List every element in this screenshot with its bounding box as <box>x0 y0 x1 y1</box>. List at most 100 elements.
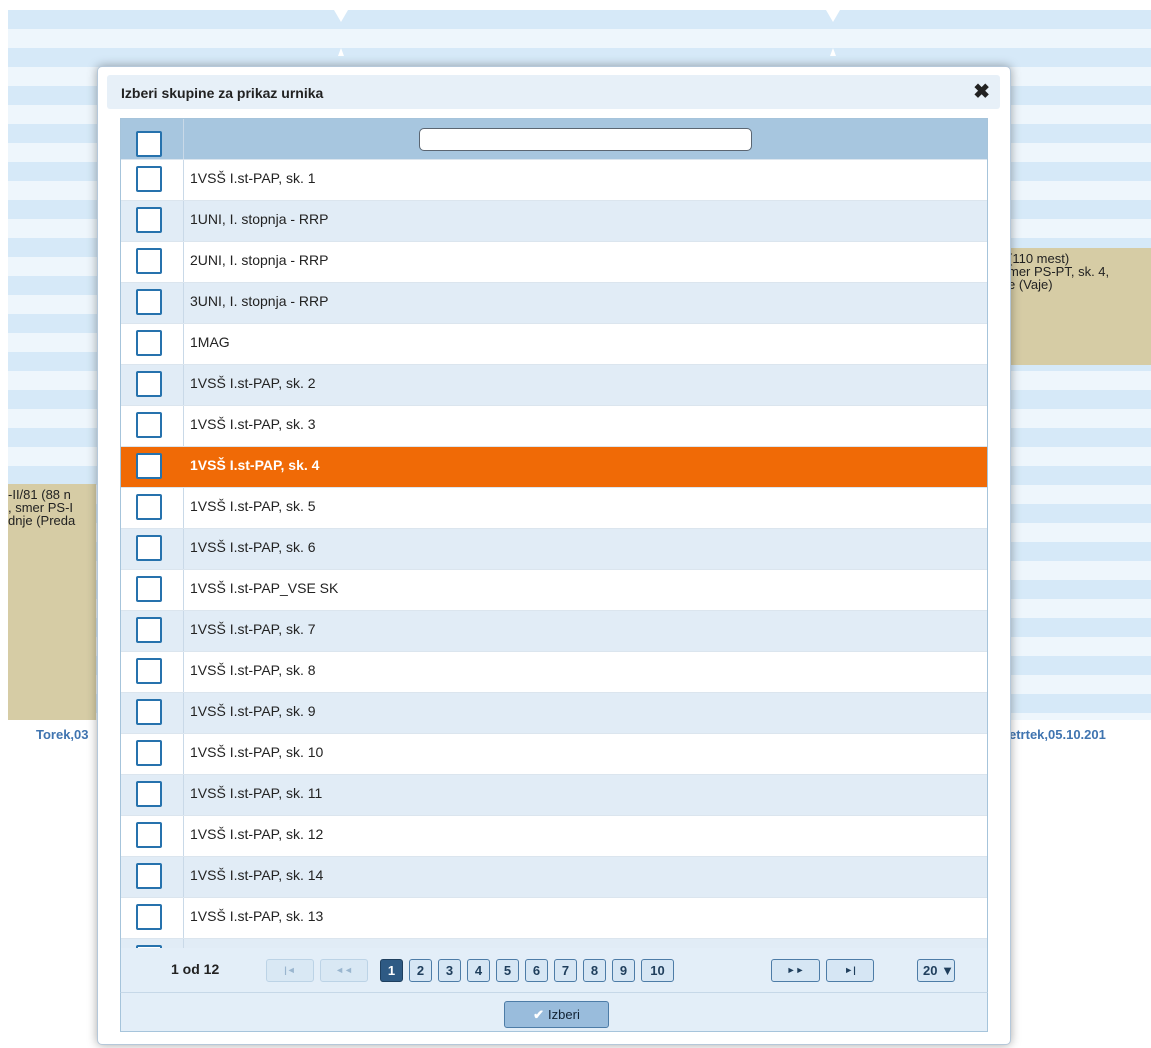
row-label: 1VSŠ I.st-PAP, sk. 11 <box>190 785 323 801</box>
page-button[interactable]: 7 <box>554 959 577 982</box>
day-label-right: etrtek,05.10.201 <box>1009 727 1106 742</box>
row-checkbox[interactable] <box>136 289 162 315</box>
row-checkbox[interactable] <box>136 166 162 192</box>
row-checkbox[interactable] <box>136 371 162 397</box>
row-checkbox[interactable] <box>136 781 162 807</box>
row-checkbox-cell <box>121 324 184 364</box>
row-checkbox[interactable] <box>136 617 162 643</box>
table-body: 1VSŠ I.st-PAP, sk. 1 1UNI, I. stopnja - R… <box>121 159 987 979</box>
row-checkbox[interactable] <box>136 863 162 889</box>
row-checkbox[interactable] <box>136 494 162 520</box>
row-checkbox-cell <box>121 734 184 774</box>
row-label: 1VSŠ I.st-PAP, sk. 6 <box>190 539 316 555</box>
last-page-button[interactable]: ►| <box>826 959 874 982</box>
table-row[interactable]: 1VSŠ I.st-PAP_VSE SK <box>121 569 987 610</box>
table-row[interactable]: 1VSŠ I.st-PAP, sk. 1 <box>121 159 987 200</box>
page-size-select[interactable]: 20 ▼ <box>917 959 955 982</box>
row-checkbox[interactable] <box>136 330 162 356</box>
page-button[interactable]: 9 <box>612 959 635 982</box>
row-label: 1VSŠ I.st-PAP, sk. 10 <box>190 744 324 760</box>
calendar-event-right[interactable]: (110 mest) mer PS-PT, sk. 4, e (Vaje) <box>1008 248 1151 365</box>
page-button[interactable]: 6 <box>525 959 548 982</box>
page-button[interactable]: 10 <box>641 959 674 982</box>
table-row[interactable]: 1VSŠ I.st-PAP, sk. 4 <box>121 446 987 487</box>
row-checkbox[interactable] <box>136 658 162 684</box>
next-page-button[interactable]: ►► <box>771 959 820 982</box>
table-row[interactable]: 1VSŠ I.st-PAP, sk. 9 <box>121 692 987 733</box>
calendar-event-left-text: -II/81 (88 n , smer PS-I dnje (Preda <box>8 487 76 528</box>
table-row[interactable]: 2UNI, I. stopnja - RRP <box>121 241 987 282</box>
row-label: 1VSŠ I.st-PAP, sk. 5 <box>190 498 316 514</box>
table-row[interactable]: 1VSŠ I.st-PAP, sk. 6 <box>121 528 987 569</box>
table-row[interactable]: 1VSŠ I.st-PAP, sk. 8 <box>121 651 987 692</box>
row-checkbox-cell <box>121 857 184 897</box>
row-checkbox[interactable] <box>136 453 162 479</box>
row-label: 1VSŠ I.st-PAP, sk. 9 <box>190 703 316 719</box>
table-row[interactable]: 1VSŠ I.st-PAP, sk. 5 <box>121 487 987 528</box>
row-checkbox[interactable] <box>136 699 162 725</box>
row-checkbox[interactable] <box>136 576 162 602</box>
row-checkbox[interactable] <box>136 740 162 766</box>
row-label: 1VSŠ I.st-PAP, sk. 13 <box>190 908 324 924</box>
dialog-header: Izberi skupine za prikaz urnika ✖ <box>107 75 1000 109</box>
select-button[interactable]: ✔ Izberi <box>504 1001 609 1028</box>
select-button-label: Izberi <box>548 1007 580 1022</box>
row-label: 1VSŠ I.st-PAP, sk. 12 <box>190 826 324 842</box>
first-page-button[interactable]: |◄ <box>266 959 314 982</box>
group-table: 1VSŠ I.st-PAP, sk. 1 1UNI, I. stopnja - R… <box>120 118 988 980</box>
group-select-dialog: Izberi skupine za prikaz urnika ✖ 1VSŠ I… <box>97 66 1011 1045</box>
dialog-title: Izberi skupine za prikaz urnika <box>121 85 324 101</box>
prev-page-button[interactable]: ◄◄ <box>320 959 368 982</box>
row-checkbox[interactable] <box>136 248 162 274</box>
close-icon[interactable]: ✖ <box>973 79 990 104</box>
table-row[interactable]: 1VSŠ I.st-PAP, sk. 2 <box>121 364 987 405</box>
calendar-event-right-text: (110 mest) mer PS-PT, sk. 4, e (Vaje) <box>1008 251 1110 292</box>
row-checkbox-cell <box>121 447 184 487</box>
row-checkbox[interactable] <box>136 904 162 930</box>
day-label-left: Torek,03 <box>36 727 89 742</box>
table-row[interactable]: 1VSŠ I.st-PAP, sk. 11 <box>121 774 987 815</box>
page-button[interactable]: 4 <box>467 959 490 982</box>
table-row[interactable]: 1VSŠ I.st-PAP, sk. 13 <box>121 897 987 938</box>
pager: 1 od 12 |◄ ◄◄ 1 2 3 4 5 6 7 8 9 10 ►► ►| 20 ▼ <box>120 948 988 993</box>
row-checkbox-cell <box>121 816 184 856</box>
table-row[interactable]: 3UNI, I. stopnja - RRP <box>121 282 987 323</box>
row-checkbox-cell <box>121 693 184 733</box>
row-checkbox-cell <box>121 365 184 405</box>
table-row[interactable]: 1VSŠ I.st-PAP, sk. 14 <box>121 856 987 897</box>
table-row[interactable]: 1MAG <box>121 323 987 364</box>
calendar-column-separator <box>334 10 348 58</box>
row-checkbox-cell <box>121 160 184 200</box>
row-label: 1MAG <box>190 334 230 350</box>
row-label: 1VSŠ I.st-PAP, sk. 4 <box>190 457 320 473</box>
row-checkbox-cell <box>121 775 184 815</box>
row-checkbox[interactable] <box>136 535 162 561</box>
filter-input[interactable] <box>419 128 752 151</box>
page-button[interactable]: 2 <box>409 959 432 982</box>
table-row[interactable]: 1VSŠ I.st-PAP, sk. 12 <box>121 815 987 856</box>
page-button[interactable]: 1 <box>380 959 403 982</box>
calendar-event-left[interactable]: -II/81 (88 n , smer PS-I dnje (Preda <box>8 484 96 720</box>
table-row[interactable]: 1VSŠ I.st-PAP, sk. 10 <box>121 733 987 774</box>
page-button[interactable]: 8 <box>583 959 606 982</box>
select-all-cell <box>121 119 184 159</box>
row-checkbox-cell <box>121 529 184 569</box>
row-checkbox-cell <box>121 611 184 651</box>
row-label: 1VSŠ I.st-PAP, sk. 8 <box>190 662 316 678</box>
page-button[interactable]: 3 <box>438 959 461 982</box>
row-label: 1VSŠ I.st-PAP, sk. 3 <box>190 416 316 432</box>
page-button[interactable]: 5 <box>496 959 519 982</box>
row-checkbox[interactable] <box>136 822 162 848</box>
dialog-footer: ✔ Izberi <box>120 992 988 1032</box>
row-checkbox[interactable] <box>136 412 162 438</box>
table-row[interactable]: 1VSŠ I.st-PAP, sk. 7 <box>121 610 987 651</box>
row-checkbox[interactable] <box>136 207 162 233</box>
row-checkbox-cell <box>121 652 184 692</box>
row-label: 1VSŠ I.st-PAP, sk. 2 <box>190 375 316 391</box>
calendar-column-separator <box>826 10 840 58</box>
select-all-checkbox[interactable] <box>136 131 162 157</box>
table-row[interactable]: 1UNI, I. stopnja - RRP <box>121 200 987 241</box>
table-row[interactable]: 1VSŠ I.st-PAP, sk. 3 <box>121 405 987 446</box>
row-checkbox-cell <box>121 570 184 610</box>
row-checkbox-cell <box>121 898 184 938</box>
